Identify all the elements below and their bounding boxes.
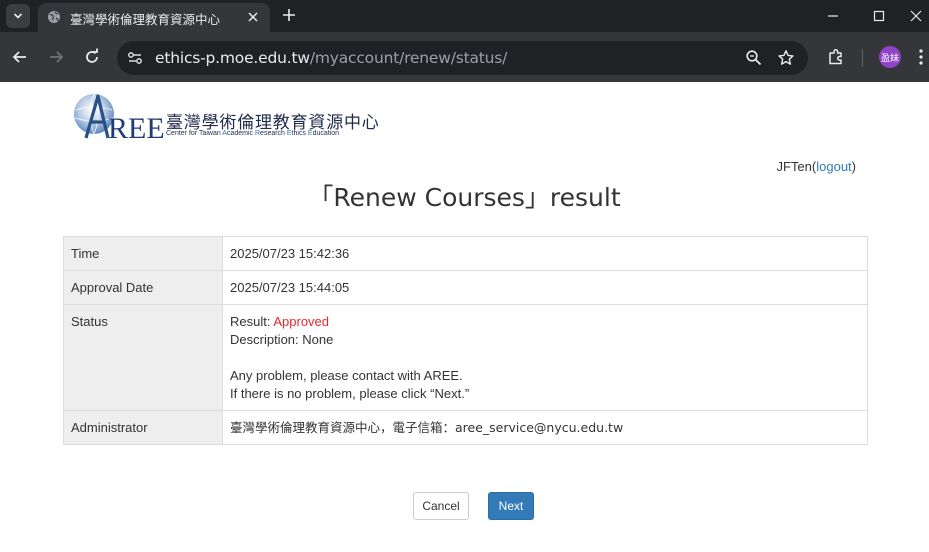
url-path: /myaccount/renew/status/ (309, 49, 508, 67)
administrator-label: Administrator (63, 410, 223, 445)
renew-result-table: Time 2025/07/23 15:42:36 Approval Date 2… (63, 236, 868, 445)
username: JFTen (776, 159, 812, 174)
svg-text:REE: REE (108, 112, 164, 144)
contact-line: Any problem, please contact with AREE. (230, 368, 463, 383)
toolbar-divider (862, 49, 863, 67)
user-status: JFTen(logout) (776, 159, 856, 174)
tab-search-button[interactable] (6, 4, 30, 28)
minimize-icon (828, 15, 838, 17)
description-line: Description: None (230, 332, 334, 347)
approval-date-value: 2025/07/23 15:44:05 (222, 270, 868, 305)
address-bar[interactable]: ethics-p.moe.edu.tw/myaccount/renew/stat… (117, 41, 808, 75)
url-text[interactable]: ethics-p.moe.edu.tw/myaccount/renew/stat… (155, 49, 507, 67)
more-menu-icon[interactable] (918, 48, 924, 66)
table-row-approval-date: Approval Date 2025/07/23 15:44:05 (63, 270, 868, 305)
browser-tab-bar: 臺灣學術倫理教育資源中心 (0, 0, 929, 32)
status-label: Status (63, 304, 223, 411)
maximize-icon (873, 10, 885, 22)
profile-initials: 盈妹 (880, 53, 899, 64)
table-row-time: Time 2025/07/23 15:42:36 (63, 236, 868, 271)
bookmark-star-icon[interactable] (777, 49, 795, 67)
aree-logo-mark: REE (74, 93, 165, 145)
result-line: Result: Approved (230, 313, 860, 331)
next-instruction-line: If there is no problem, please click “Ne… (230, 386, 470, 401)
status-value: Result: Approved Description: None Any p… (222, 304, 868, 411)
minimize-button[interactable] (810, 0, 856, 32)
time-label: Time (63, 236, 223, 271)
reload-icon[interactable] (82, 47, 102, 67)
site-info-icon[interactable] (126, 49, 144, 67)
aree-logo[interactable]: REE 臺灣學術倫理教育資源中心 Center for Taiwan Acade… (72, 90, 379, 145)
time-value: 2025/07/23 15:42:36 (222, 236, 868, 271)
close-icon[interactable] (247, 11, 259, 23)
logo-english-name: Center for Taiwan Academic Research Ethi… (166, 130, 340, 137)
close-window-icon (910, 10, 921, 22)
globe-icon (48, 11, 60, 23)
browser-tab-active[interactable]: 臺灣學術倫理教育資源中心 (38, 3, 270, 32)
next-button[interactable]: Next (488, 492, 534, 520)
table-row-administrator: Administrator 臺灣學術倫理教育資源中心，電子信箱：aree_ser… (63, 410, 868, 445)
approval-date-label: Approval Date (63, 270, 223, 305)
paren-close: ) (851, 159, 856, 174)
administrator-value: 臺灣學術倫理教育資源中心，電子信箱：aree_service@nycu.edu.… (222, 410, 868, 445)
new-tab-plus-icon[interactable] (282, 8, 296, 22)
url-host: ethics-p.moe.edu.tw (155, 49, 310, 67)
browser-toolbar: ethics-p.moe.edu.tw/myaccount/renew/stat… (0, 32, 929, 82)
back-arrow-icon[interactable] (10, 47, 30, 67)
maximize-button[interactable] (856, 0, 902, 32)
tab-title: 臺灣學術倫理教育資源中心 (70, 12, 221, 27)
close-window-button[interactable] (902, 0, 929, 32)
result-prefix: Result: (230, 314, 274, 329)
cancel-button[interactable]: Cancel (413, 492, 469, 520)
extensions-puzzle-icon[interactable] (826, 47, 846, 67)
table-row-status: Status Result: Approved Description: Non… (63, 304, 868, 411)
logout-link[interactable]: logout (816, 159, 851, 174)
profile-avatar[interactable]: 盈妹 (879, 46, 901, 68)
page-title: 「Renew Courses」result (308, 183, 621, 212)
result-approved-text: Approved (273, 314, 330, 329)
chevron-down-icon (13, 13, 23, 19)
zoom-icon[interactable] (745, 49, 763, 67)
forward-arrow-icon[interactable] (46, 47, 66, 67)
